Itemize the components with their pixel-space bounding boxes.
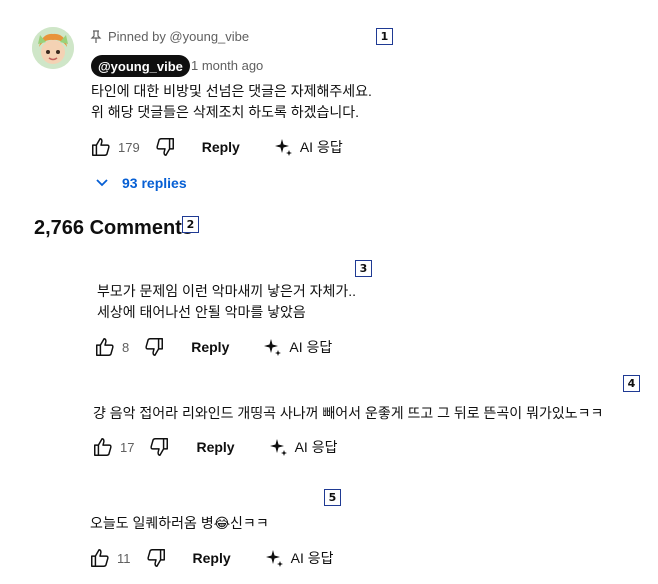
ai-reply-button[interactable]: AI 응답 [274,137,343,157]
ai-reply-label: AI 응답 [294,439,338,455]
ai-reply-label: AI 응답 [289,339,333,355]
reply-button[interactable]: Reply [196,439,234,455]
comment-line: 걍 음악 접어라 리와인드 개띵곡 사나꺼 빼어서 운좋게 뜨고 그 뒤로 뜬곡… [93,405,604,421]
comments-count-heading: 2,766 Comments [34,217,193,239]
annotation-marker-3: 3 [355,260,372,277]
comment-actions: 8 Reply AI 응답 [94,335,332,359]
comment-actions: 11 Reply AI 응답 [89,546,334,570]
pinned-label: Pinned by @young_vibe [108,29,250,44]
sparkle-icon [274,139,292,156]
dislike-icon[interactable] [154,136,176,158]
pinned-comment-actions: 179 Reply AI 응답 [90,135,343,159]
replies-count-label: 93 replies [122,175,187,191]
ai-reply-label: AI 응답 [299,139,343,155]
reply-button[interactable]: Reply [191,339,229,355]
like-icon[interactable] [94,336,116,358]
ai-reply-button[interactable]: AI 응답 [263,337,332,357]
sparkle-icon [269,439,287,456]
comment-line: 위 해당 댓글들은 삭제조치 하도록 하겠습니다. [91,104,360,120]
view-replies-button[interactable]: 93 replies [94,175,187,191]
like-icon[interactable] [90,136,112,158]
pinned-comment-text: 타인에 대한 비방및 선넘은 댓글은 자제해주세요. 위 해당 댓글들은 삭제조… [91,81,372,123]
like-count: 8 [122,339,130,355]
like-count: 11 [117,550,131,566]
annotation-marker-2: 2 [182,216,199,233]
annotation-marker-5: 5 [324,489,341,506]
sparkle-icon [264,339,282,356]
reply-button[interactable]: Reply [202,139,240,155]
reply-button[interactable]: Reply [193,550,231,566]
dislike-icon[interactable] [143,336,165,358]
sparkle-icon [265,550,283,567]
dislike-icon[interactable] [148,436,170,458]
pinned-indicator: Pinned by @young_vibe [90,29,249,44]
author-avatar[interactable] [32,27,74,69]
chevron-down-icon [96,179,108,187]
comment-text: 걍 음악 접어라 리와인드 개띵곡 사나꺼 빼어서 운좋게 뜨고 그 뒤로 뜬곡… [93,403,603,424]
author-handle-chip[interactable]: @young_vibe [91,55,190,77]
comment-line: 부모가 문제임 이런 악마새끼 낳은거 자체가.. [97,283,357,299]
comment-timestamp[interactable]: 1 month ago [191,58,263,73]
like-count: 179 [118,139,140,155]
ai-reply-button[interactable]: AI 응답 [269,437,338,457]
like-icon[interactable] [89,547,111,569]
ai-reply-label: AI 응답 [290,550,334,566]
comment-actions: 17 Reply AI 응답 [92,435,337,459]
like-count: 17 [120,439,135,455]
like-icon[interactable] [92,436,114,458]
dislike-icon[interactable] [145,547,167,569]
comment-text: 부모가 문제임 이런 악마새끼 낳은거 자체가.. 세상에 태어나선 안될 악마… [97,281,356,323]
annotation-marker-1: 1 [376,28,393,45]
annotation-marker-4: 4 [623,375,640,392]
comment-text: 오늘도 일퀘하러옴 병😂신ㅋㅋ [90,513,269,534]
comment-line: 세상에 태어나선 안될 악마를 낳았음 [97,304,306,320]
comment-line: 오늘도 일퀘하러옴 병😂신ㅋㅋ [90,515,269,531]
comment-line: 타인에 대한 비방및 선넘은 댓글은 자제해주세요. [91,83,372,99]
ai-reply-button[interactable]: AI 응답 [265,548,334,568]
pin-icon [90,29,102,43]
